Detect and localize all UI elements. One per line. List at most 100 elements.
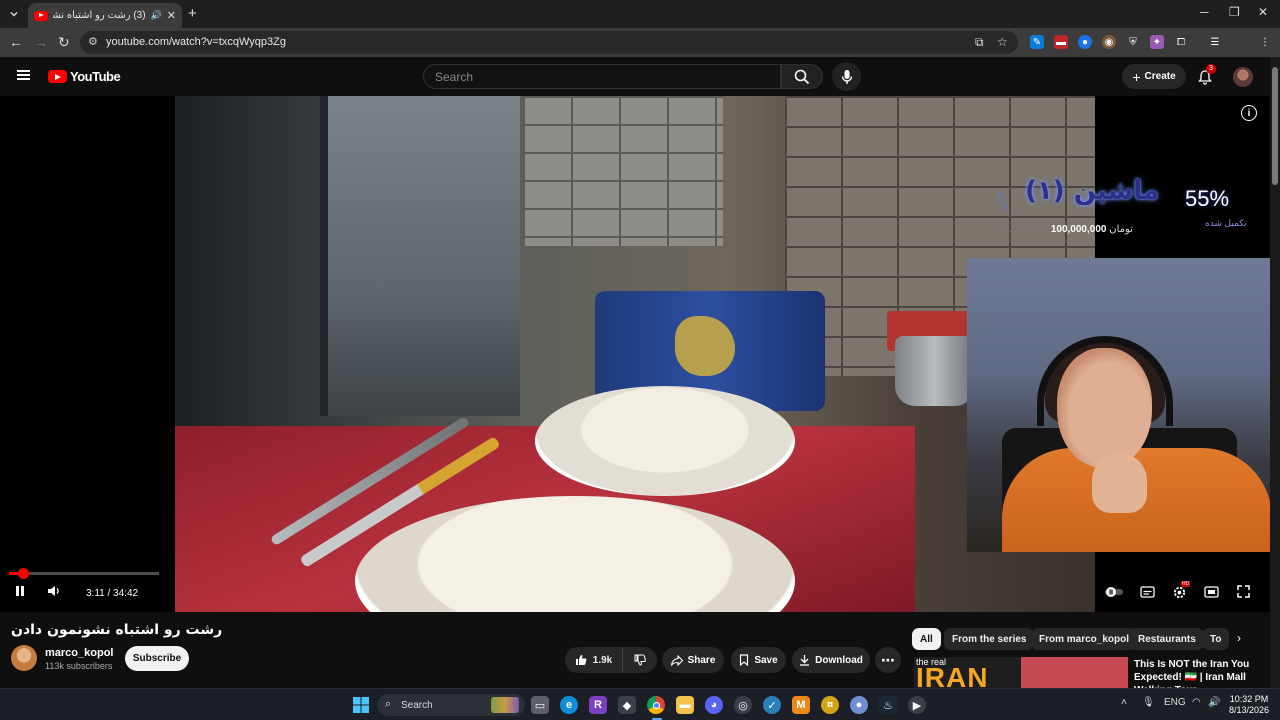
account-avatar[interactable]: [1233, 67, 1253, 87]
chrome-icon[interactable]: [647, 696, 665, 714]
cast-icon[interactable]: ⧉: [975, 35, 984, 50]
notifications-button[interactable]: 3: [1198, 64, 1216, 90]
progress-bar[interactable]: [9, 568, 159, 579]
restore-button[interactable]: ❐: [1229, 5, 1240, 19]
fullscreen-button[interactable]: [1237, 585, 1250, 603]
recommended-video-thumbnail[interactable]: the real IRAN: [914, 657, 1128, 688]
youtube-logo[interactable]: YouTube: [48, 69, 121, 84]
search-input[interactable]: [424, 65, 780, 89]
chip-more[interactable]: To: [1202, 628, 1230, 650]
extension-icon[interactable]: ◉: [1102, 35, 1116, 49]
app-icon[interactable]: M: [792, 696, 810, 714]
forward-button[interactable]: →: [34, 34, 48, 50]
youtube-favicon-icon: [34, 10, 48, 21]
new-tab-button[interactable]: +: [188, 5, 197, 22]
pause-icon: [16, 586, 24, 596]
share-button[interactable]: Share: [662, 647, 724, 673]
volume-icon[interactable]: 🔊: [1208, 697, 1220, 708]
youtube-header: YouTube + Create 3: [0, 57, 1280, 96]
video-player[interactable]: i 𓆩 ماشین (۱) 55% تکمیل شده تومان 100,00…: [0, 96, 1270, 612]
info-icon[interactable]: i: [1241, 105, 1257, 121]
bookmark-star-icon[interactable]: ☆: [997, 35, 1008, 49]
edge-icon[interactable]: e: [560, 696, 578, 714]
goal-amount-value: 100,000,000: [1050, 224, 1107, 235]
settings-button[interactable]: HD: [1172, 581, 1191, 605]
create-button[interactable]: + Create: [1122, 64, 1186, 89]
url-text[interactable]: youtube.com/watch?v=txcqWyqp3Zg: [106, 36, 286, 48]
download-label: Download: [815, 654, 863, 666]
more-menu-icon[interactable]: ⋮: [1258, 35, 1272, 49]
subtitles-button[interactable]: [1140, 585, 1155, 603]
app-icon[interactable]: ◆: [618, 696, 636, 714]
chip-from-series[interactable]: From the series: [944, 628, 1035, 650]
goal-amount: تومان 100,000,000 50,000,000: [995, 224, 1133, 235]
task-view-icon[interactable]: ▭: [531, 696, 549, 714]
extension-icon[interactable]: ●: [1078, 35, 1092, 49]
theater-mode-button[interactable]: [1204, 585, 1219, 603]
chip-all[interactable]: All: [912, 628, 941, 650]
file-explorer-icon[interactable]: ▬: [676, 696, 694, 714]
mute-button[interactable]: [47, 585, 61, 597]
thumbnail-headline: IRAN: [916, 662, 989, 688]
app-r-icon[interactable]: R: [589, 696, 607, 714]
shield-icon[interactable]: ⛨: [1126, 35, 1140, 49]
plus-icon: +: [1132, 68, 1141, 85]
reload-button[interactable]: ↻: [58, 34, 70, 51]
recommended-video-title[interactable]: This Is NOT the Iran You Expected! 🇮🇷 | …: [1134, 658, 1266, 688]
language-indicator[interactable]: ENG: [1164, 697, 1186, 708]
extension-icon[interactable]: ▬: [1054, 35, 1068, 49]
extension-icon[interactable]: ✎: [1030, 35, 1044, 49]
page-scrollbar[interactable]: [1270, 57, 1280, 688]
tab-search-button[interactable]: [5, 5, 23, 23]
chevron-right-icon[interactable]: ›: [1237, 631, 1241, 645]
like-button[interactable]: 1.9k: [565, 647, 623, 673]
more-actions-button[interactable]: ⋯: [875, 647, 901, 673]
app-icon[interactable]: ◎: [734, 696, 752, 714]
pause-button[interactable]: [14, 585, 26, 597]
more-horizontal-icon: ⋯: [881, 652, 895, 668]
voice-search-button[interactable]: [832, 62, 861, 91]
channel-avatar[interactable]: [11, 645, 37, 671]
chevron-up-icon[interactable]: ˄: [1121, 697, 1127, 708]
taskbar-search[interactable]: ⌕ Search: [377, 694, 525, 716]
back-button[interactable]: ←: [9, 34, 23, 50]
speaker-icon[interactable]: 🔊: [151, 10, 162, 21]
steam-icon[interactable]: ♨: [879, 696, 897, 714]
download-button[interactable]: Download: [792, 647, 870, 673]
notification-badge: 3: [1206, 64, 1216, 74]
puzzle-icon[interactable]: ⧠: [1174, 35, 1188, 49]
webcam-scene: [1092, 453, 1147, 513]
close-window-button[interactable]: ✕: [1258, 5, 1268, 19]
video-frame[interactable]: [175, 96, 1095, 612]
search-button[interactable]: [781, 64, 823, 89]
system-clock[interactable]: 10:32 PM 8/13/2026: [1228, 694, 1270, 716]
chip-from-channel[interactable]: From marco_kopol: [1031, 628, 1138, 650]
goal-amount-current: 50,000,000: [998, 224, 1049, 235]
channel-name[interactable]: marco_kopol: [45, 647, 113, 659]
browser-tab-bar: (3) رشت رو اشتباه نشونمون دادن 🔊 ✕ + ─ ❐…: [0, 0, 1280, 28]
minimize-button[interactable]: ─: [1200, 5, 1209, 19]
windows-start-icon[interactable]: [352, 696, 370, 714]
microphone-icon[interactable]: 🎙: [1142, 697, 1155, 708]
close-tab-icon[interactable]: ✕: [167, 9, 176, 22]
app-icon[interactable]: ¤: [821, 696, 839, 714]
address-bar[interactable]: ⚙ youtube.com/watch?v=txcqWyqp3Zg ⧉ ☆: [80, 31, 1018, 54]
media-player-icon[interactable]: ▶: [908, 696, 926, 714]
browser-tab-active[interactable]: (3) رشت رو اشتباه نشونمون دادن 🔊 ✕: [28, 3, 182, 28]
share-icon: [670, 654, 683, 666]
wifi-icon[interactable]: ◠: [1192, 697, 1201, 708]
extension-icon[interactable]: ✦: [1150, 35, 1164, 49]
subscribe-button[interactable]: Subscribe: [125, 646, 189, 671]
save-button[interactable]: Save: [731, 647, 786, 673]
site-info-icon[interactable]: ⚙: [88, 35, 98, 48]
app-icon[interactable]: ✓: [763, 696, 781, 714]
chip-restaurants[interactable]: Restaurants: [1130, 628, 1204, 650]
autoplay-toggle[interactable]: [1104, 585, 1124, 603]
dislike-button[interactable]: [623, 654, 657, 666]
scrubber-handle[interactable]: [17, 568, 29, 579]
discord-icon[interactable]: ◕: [705, 696, 723, 714]
menu-icon[interactable]: [17, 70, 30, 80]
app-icon[interactable]: ●: [850, 696, 868, 714]
scrollbar-thumb[interactable]: [1272, 67, 1278, 185]
reading-list-icon[interactable]: ☰: [1208, 35, 1222, 49]
